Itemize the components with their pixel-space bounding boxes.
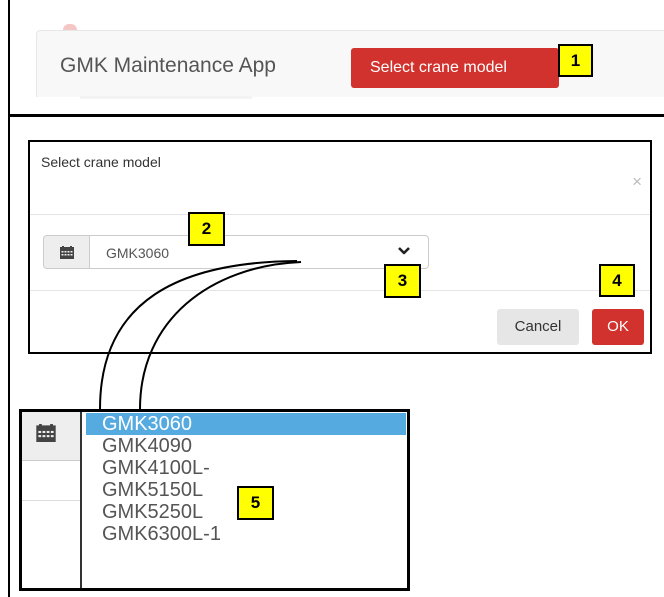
option-item[interactable]: GMK4090 [86, 435, 406, 457]
option-item[interactable]: GMK6300L-1 [86, 523, 406, 545]
calendar-icon [36, 424, 56, 442]
callout-badge-2: 2 [188, 212, 225, 246]
crane-model-options: GMK3060 GMK4090 GMK4100L- GMK5150L GMK52… [86, 413, 406, 545]
dropdown-zoom-callout: GMK3060 GMK4090 GMK4100L- GMK5150L GMK52… [19, 409, 410, 591]
callout-badge-3: 3 [384, 264, 421, 298]
option-item[interactable]: GMK4100L- [86, 457, 406, 479]
callout-badge-1: 1 [558, 44, 593, 77]
callout-badge-4: 4 [599, 264, 635, 297]
callout-badge-5: 5 [237, 486, 274, 520]
calendar-addon-zoomed [22, 412, 80, 461]
addon-bottom-border [22, 500, 80, 501]
dropdown-left-border [80, 412, 82, 588]
option-item[interactable]: GMK3060 [86, 413, 406, 435]
